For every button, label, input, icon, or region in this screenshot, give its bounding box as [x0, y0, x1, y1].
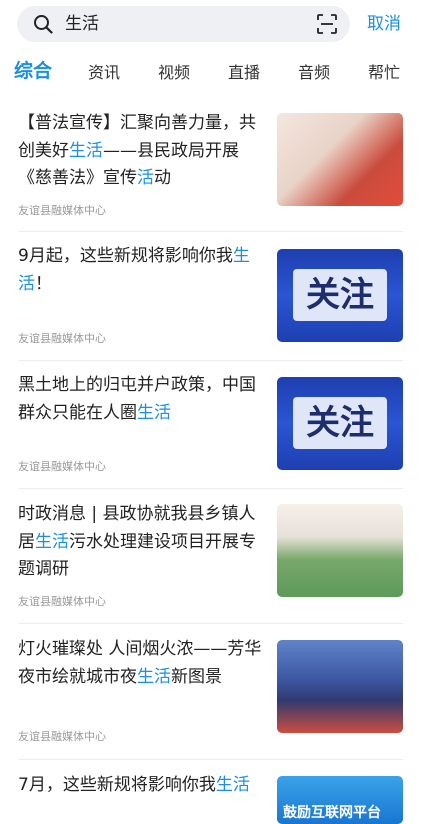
item-thumbnail: 鼓励互联网平台 — [277, 776, 403, 824]
item-thumbnail — [277, 640, 403, 733]
tab-audio[interactable]: 音频 — [298, 60, 330, 86]
search-icon — [34, 15, 53, 34]
cancel-button[interactable]: 取消 — [367, 13, 401, 35]
tab-live[interactable]: 直播 — [228, 60, 260, 86]
item-source: 友谊县融媒体中心 — [18, 730, 106, 743]
divider — [18, 360, 403, 361]
item-source: 友谊县融媒体中心 — [18, 595, 106, 608]
tab-comprehensive[interactable]: 综合 — [14, 58, 52, 84]
search-input[interactable]: 生活 — [65, 13, 99, 35]
item-title: 【普法宣传】汇聚向善力量，共创美好生活——县民政局开展《慈善法》宣传活动 — [18, 113, 256, 188]
search-bar: 生活 取消 — [17, 6, 413, 42]
thumbnail-text: 关注 — [293, 269, 387, 321]
divider — [18, 231, 403, 232]
item-title: 7月，这些新规将影响你我生活 — [18, 775, 250, 795]
search-box[interactable]: 生活 — [17, 6, 350, 42]
category-tabs: 综合 资讯 视频 直播 音频 帮忙 — [0, 60, 423, 90]
item-source: 友谊县融媒体中心 — [18, 204, 106, 217]
divider — [18, 623, 403, 624]
item-title: 时政消息 | 县政协就我县乡镇人居生活污水处理建设项目开展专题调研 — [18, 504, 256, 579]
tab-video[interactable]: 视频 — [158, 60, 190, 86]
tab-help[interactable]: 帮忙 — [368, 60, 400, 86]
item-source: 友谊县融媒体中心 — [18, 332, 106, 345]
item-thumbnail: 关注 — [277, 377, 403, 470]
item-thumbnail — [277, 504, 403, 597]
item-title: 黑土地上的归屯并户政策，中国群众只能在人圈生活 — [18, 375, 256, 423]
item-thumbnail: 关注 — [277, 249, 403, 342]
thumbnail-text: 鼓励互联网平台 — [283, 805, 381, 821]
tab-news[interactable]: 资讯 — [88, 60, 120, 86]
scan-icon[interactable] — [317, 14, 337, 34]
thumbnail-text: 关注 — [293, 397, 387, 449]
item-title: 灯火璀璨处 人间烟火浓——芳华夜市绘就城市夜生活新图景 — [18, 639, 262, 687]
item-source: 友谊县融媒体中心 — [18, 460, 106, 473]
divider — [18, 488, 403, 489]
item-title: 9月起，这些新规将影响你我生活！ — [18, 246, 250, 294]
item-thumbnail — [277, 113, 403, 206]
divider — [18, 759, 403, 760]
